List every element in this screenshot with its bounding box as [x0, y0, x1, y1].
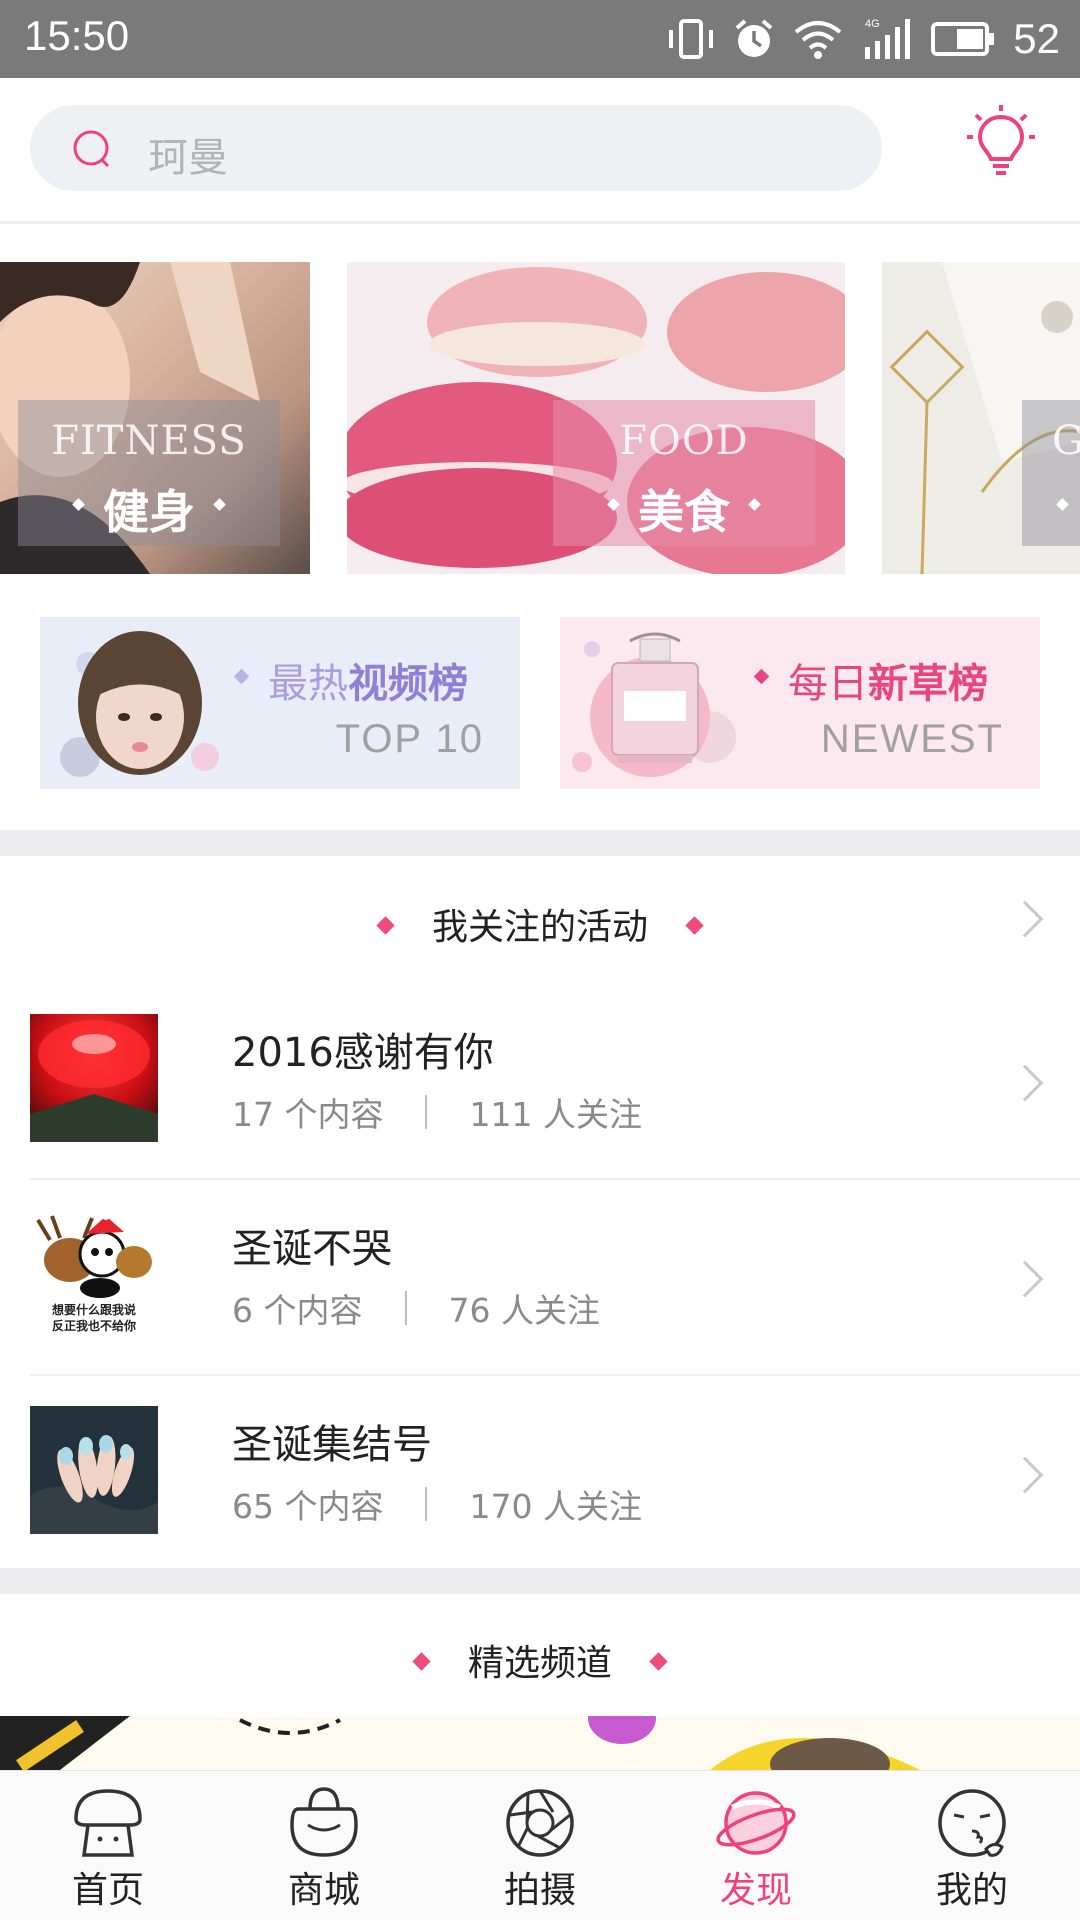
status-bar: 15:50 4G 52	[0, 0, 1080, 78]
category-card-partial[interactable]: G	[882, 262, 1080, 574]
signal-icon: 4G	[865, 18, 911, 59]
bottom-nav: 首页 商城 拍摄 发现 我的	[0, 1770, 1080, 1920]
banner-title: 每日新草榜	[788, 661, 988, 707]
status-time: 15:50	[24, 12, 130, 59]
search-icon	[73, 130, 110, 168]
chevron-right-icon	[1006, 1456, 1044, 1494]
search-input[interactable]: 珂曼	[30, 105, 882, 191]
activity-meta: 17 个内容 111 人关注	[232, 1088, 642, 1136]
nav-home[interactable]: 首页	[0, 1771, 216, 1920]
daily-new-ranking-banner[interactable]: 每日新草榜 NEWEST	[560, 617, 1040, 789]
followed-activities-header[interactable]: 我关注的活动	[0, 856, 1080, 984]
activity-meta: 6 个内容 76 人关注	[232, 1284, 600, 1332]
nav-label: 发现	[719, 1870, 792, 1911]
follower-count: 76 人关注	[448, 1291, 600, 1330]
banner-subtitle: TOP 10	[335, 717, 484, 761]
category-label-box: FOOD 美食	[553, 400, 815, 546]
category-card-fitness[interactable]: FITNESS 健身	[0, 262, 310, 574]
alarm-icon	[735, 19, 773, 57]
content-count: 65 个内容	[232, 1487, 384, 1526]
activity-thumbnail	[30, 1406, 158, 1534]
activity-item[interactable]: 2016感谢有你 17 个内容 111 人关注	[0, 984, 1080, 1180]
content-count: 17 个内容	[232, 1095, 384, 1134]
vibrate-icon	[669, 19, 714, 59]
nav-mall[interactable]: 商城	[216, 1771, 432, 1920]
activity-thumbnail	[30, 1014, 158, 1142]
category-en-label: FITNESS	[51, 418, 247, 464]
model-face-photo	[60, 631, 219, 777]
nav-label: 我的	[935, 1870, 1008, 1911]
activity-name: 圣诞集结号	[232, 1422, 432, 1468]
section-divider	[0, 830, 1080, 856]
banner-title: 最热视频榜	[268, 661, 468, 707]
battery-level: 52	[1013, 15, 1060, 62]
activity-meta: 65 个内容 170 人关注	[232, 1480, 642, 1528]
channel-banner-preview[interactable]	[0, 1716, 1080, 1770]
shopping-bag-icon	[290, 1787, 358, 1857]
battery-icon	[931, 22, 995, 56]
category-card-food[interactable]: FOOD 美食	[347, 262, 845, 574]
mushroom-home-icon	[74, 1789, 142, 1857]
title-diamond-left	[412, 1651, 431, 1671]
chevron-right-icon	[1006, 1064, 1044, 1102]
category-en-label: G	[1052, 418, 1080, 464]
section-divider	[0, 1568, 1080, 1594]
featured-channels-header: 精选频道	[0, 1594, 1080, 1716]
lightbulb-icon[interactable]	[966, 103, 1036, 183]
follower-count: 111 人关注	[469, 1095, 642, 1134]
nav-shoot[interactable]: 拍摄	[432, 1771, 648, 1920]
content-count: 6 个内容	[232, 1291, 363, 1330]
nav-label: 商城	[287, 1870, 360, 1911]
nav-discover[interactable]: 发现	[648, 1771, 864, 1920]
activity-item[interactable]: 想要什么跟我说 反正我也不给你 圣诞不哭 6 个内容 76 人关注	[0, 1180, 1080, 1376]
activity-name: 2016感谢有你	[232, 1030, 494, 1076]
section-title: 精选频道	[0, 1634, 1080, 1686]
svg-text:4G: 4G	[865, 18, 880, 30]
chevron-right-icon	[1006, 1260, 1044, 1298]
nav-label: 拍摄	[503, 1870, 576, 1911]
activity-item[interactable]: 圣诞集结号 65 个内容 170 人关注	[0, 1376, 1080, 1572]
face-profile-icon	[938, 1789, 1006, 1857]
category-cn-label: 美食	[638, 485, 730, 539]
follower-count: 170 人关注	[469, 1487, 642, 1526]
meta-separator	[404, 1291, 407, 1325]
activity-thumbnail: 想要什么跟我说 反正我也不给你	[30, 1210, 158, 1338]
planet-discover-icon	[716, 1791, 796, 1855]
banner-subtitle: NEWEST	[820, 717, 1004, 761]
meta-separator	[425, 1487, 428, 1521]
hot-video-ranking-banner[interactable]: 最热视频榜 TOP 10	[40, 617, 520, 789]
title-diamond-right	[649, 1651, 668, 1671]
thumb-caption: 想要什么跟我说 反正我也不给你	[51, 1303, 136, 1333]
nav-label: 首页	[71, 1870, 144, 1911]
section-title: 我关注的活动	[0, 898, 1080, 950]
category-en-label: FOOD	[619, 418, 749, 464]
activity-name: 圣诞不哭	[232, 1226, 392, 1272]
title-diamond-right	[685, 915, 704, 935]
perfume-photo	[572, 632, 736, 777]
search-placeholder: 珂曼	[148, 135, 228, 181]
category-carousel[interactable]: FITNESS 健身 FOOD 美食 G	[0, 262, 1080, 574]
category-cn-label: 健身	[103, 485, 195, 539]
nav-mine[interactable]: 我的	[864, 1771, 1080, 1920]
meta-separator	[425, 1095, 428, 1129]
camera-aperture-icon	[506, 1789, 574, 1857]
top-header: 珂曼	[0, 78, 1080, 224]
title-diamond-left	[376, 915, 395, 935]
status-icons: 4G 52	[667, 10, 1060, 68]
wifi-icon	[795, 21, 842, 59]
category-label-box: G	[1022, 400, 1080, 546]
category-label-box: FITNESS 健身	[18, 400, 280, 546]
